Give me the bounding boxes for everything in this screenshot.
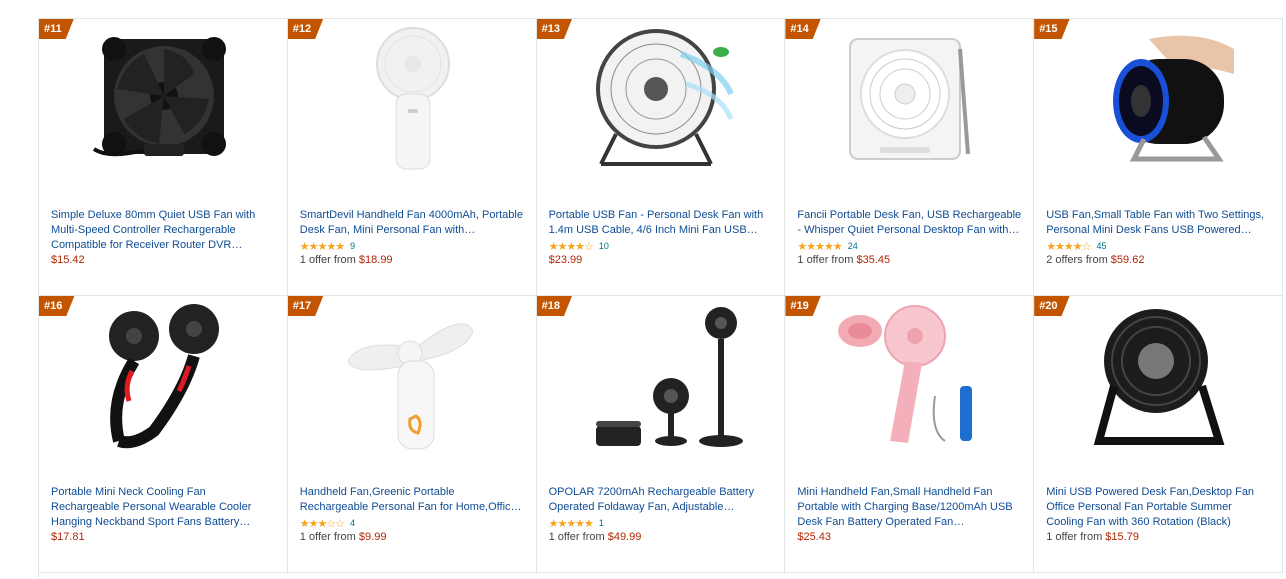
review-count[interactable]: 1 <box>599 518 604 528</box>
product-card[interactable]: #15 USB Fan,Small Table Fan with Two Set… <box>1034 19 1283 296</box>
price[interactable]: $23.99 <box>549 254 583 266</box>
price-line: 2 offers from $59.62 <box>1046 254 1272 266</box>
star-rating-icon: ★★★★☆ <box>548 240 594 253</box>
product-card[interactable]: #16 Portable Mini Neck Cooling Fan Recha… <box>39 296 288 573</box>
product-card[interactable]: #19 Mini Handheld Fan,Small Handheld Fan… <box>785 296 1035 573</box>
rating[interactable]: ★★★★★ 9 <box>300 239 526 253</box>
product-title[interactable]: USB Fan,Small Table Fan with Two Setting… <box>1046 208 1272 238</box>
price-line: 1 offer from $18.99 <box>300 254 526 266</box>
price[interactable]: $49.99 <box>608 531 642 543</box>
case-fan-icon[interactable] <box>51 19 277 179</box>
price-line: 1 offer from $9.99 <box>300 531 526 543</box>
price-line: $15.42 <box>51 254 277 266</box>
product-title[interactable]: Simple Deluxe 80mm Quiet USB Fan with Mu… <box>51 208 277 253</box>
desk-fan-icon[interactable] <box>549 19 775 179</box>
product-title[interactable]: SmartDevil Handheld Fan 4000mAh, Portabl… <box>300 208 526 238</box>
product-title[interactable]: Mini USB Powered Desk Fan,Desktop Fan Of… <box>1046 485 1272 530</box>
offer-text[interactable]: 1 offer from <box>300 254 359 266</box>
rating[interactable]: ★★★☆☆ 4 <box>300 516 526 530</box>
star-rating-icon: ★★★☆☆ <box>299 517 345 530</box>
rating[interactable]: ★★★★★ 1 <box>549 516 775 530</box>
price[interactable]: $15.79 <box>1105 531 1139 543</box>
price[interactable]: $59.62 <box>1111 254 1145 266</box>
price[interactable]: $17.81 <box>51 531 85 543</box>
review-count[interactable]: 9 <box>350 241 355 251</box>
offer-text[interactable]: 1 offer from <box>1046 531 1105 543</box>
black-desk-fan-icon[interactable] <box>1046 296 1272 456</box>
neck-fan-icon[interactable] <box>51 296 277 456</box>
product-title[interactable]: Portable USB Fan - Personal Desk Fan wit… <box>549 208 775 238</box>
price-line: 1 offer from $35.45 <box>797 254 1023 266</box>
price-line: $17.81 <box>51 531 277 543</box>
star-rating-icon: ★★★★☆ <box>1046 240 1091 253</box>
product-title[interactable]: Fancii Portable Desk Fan, USB Rechargeab… <box>797 208 1023 238</box>
offer-text[interactable]: 1 offer from <box>300 531 359 543</box>
rating[interactable]: ★★★★★ 24 <box>797 239 1023 253</box>
offer-text[interactable]: 2 offers from <box>1046 254 1111 266</box>
blade-fan-icon[interactable] <box>300 296 526 456</box>
review-count[interactable]: 4 <box>350 518 355 528</box>
price-line: 1 offer from $15.79 <box>1046 531 1272 543</box>
price[interactable]: $25.43 <box>797 531 831 543</box>
product-card[interactable]: #18 OPOLAR 7200mAh Rechargeable Battery … <box>536 296 786 573</box>
foldaway-fan-icon[interactable] <box>549 296 775 456</box>
product-card[interactable]: #17 Handheld Fan,Greenic Portable Rechar… <box>287 296 537 573</box>
rating[interactable]: ★★★★☆ 45 <box>1046 239 1272 253</box>
star-rating-icon: ★★★★★ <box>548 517 594 530</box>
price[interactable]: $18.99 <box>359 254 393 266</box>
offer-text[interactable]: 1 offer from <box>797 254 856 266</box>
star-rating-icon: ★★★★★ <box>299 240 345 253</box>
product-card[interactable]: #11 Simple Deluxe 80mm Quiet USB Fan wit… <box>39 19 288 296</box>
product-title[interactable]: OPOLAR 7200mAh Rechargeable Battery Oper… <box>549 485 775 515</box>
star-rating-icon: ★★★★★ <box>797 240 842 253</box>
rating[interactable]: ★★★★☆ 10 <box>549 239 775 253</box>
price[interactable]: $15.42 <box>51 254 85 266</box>
pink-fan-icon[interactable] <box>797 296 1023 456</box>
price[interactable]: $35.45 <box>857 254 891 266</box>
handheld-fan-icon[interactable] <box>300 19 526 179</box>
review-count[interactable]: 45 <box>1097 241 1107 251</box>
price[interactable]: $9.99 <box>359 531 387 543</box>
product-grid: #11 Simple Deluxe 80mm Quiet USB Fan wit… <box>38 18 1283 579</box>
review-count[interactable]: 10 <box>599 241 609 251</box>
product-card[interactable]: #12 SmartDevil Handheld Fan 4000mAh, Por… <box>287 19 537 296</box>
product-card[interactable]: #20 Mini USB Powered Desk Fan,Desktop Fa… <box>1034 296 1283 573</box>
tube-fan-icon[interactable] <box>1046 19 1272 179</box>
product-title[interactable]: Mini Handheld Fan,Small Handheld Fan Por… <box>797 485 1023 530</box>
product-title[interactable]: Handheld Fan,Greenic Portable Rechargeab… <box>300 485 526 515</box>
product-card[interactable]: #14 Fancii Portable Desk Fan, USB Rechar… <box>785 19 1035 296</box>
square-desk-fan-icon[interactable] <box>797 19 1023 179</box>
product-card[interactable]: #13 Portable USB Fan - Personal Desk Fan… <box>536 19 786 296</box>
price-line: $23.99 <box>549 254 775 266</box>
product-title[interactable]: Portable Mini Neck Cooling Fan Rechargea… <box>51 485 277 530</box>
price-line: 1 offer from $49.99 <box>549 531 775 543</box>
offer-text[interactable]: 1 offer from <box>549 531 608 543</box>
price-line: $25.43 <box>797 531 1023 543</box>
review-count[interactable]: 24 <box>848 241 858 251</box>
